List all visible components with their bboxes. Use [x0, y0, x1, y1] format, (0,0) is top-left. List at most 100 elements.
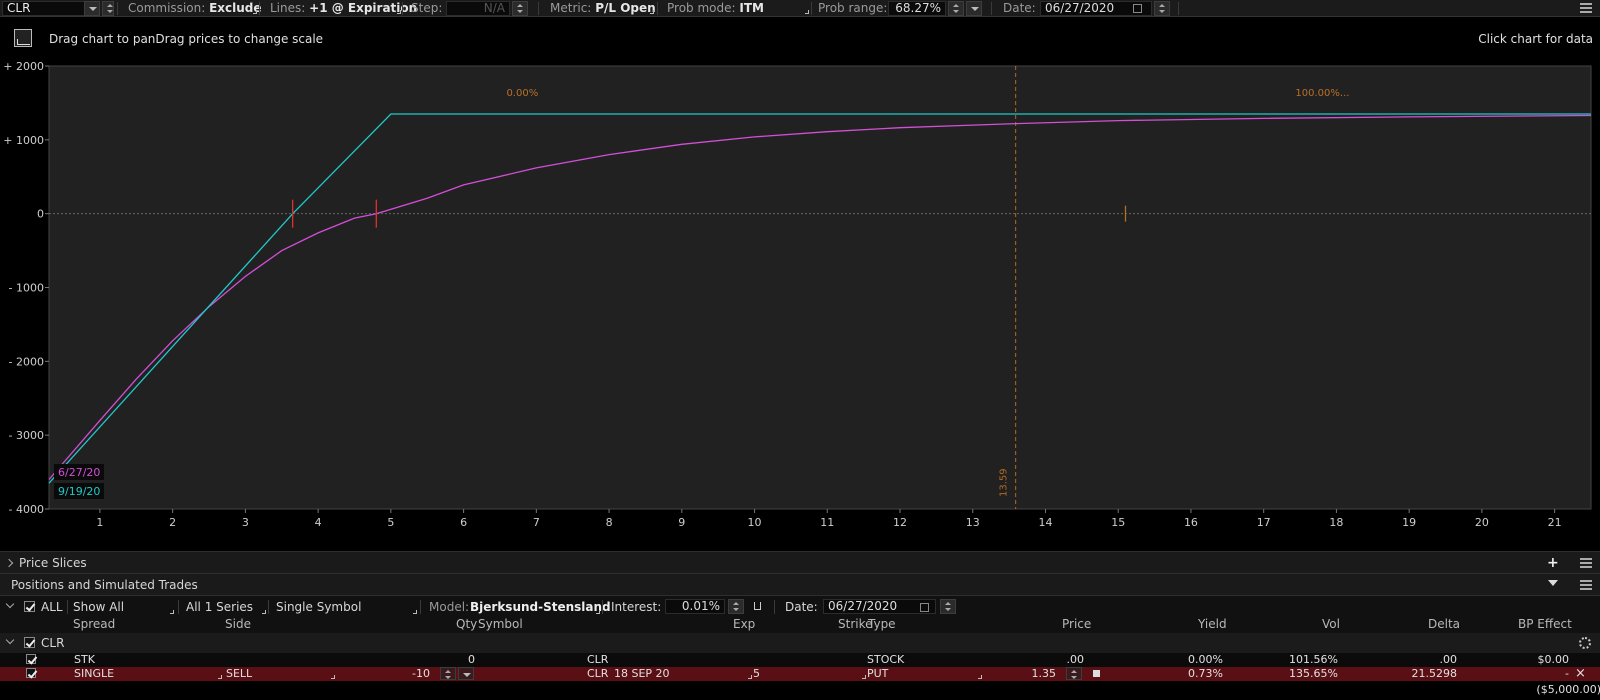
prob-range-spinner[interactable] — [948, 1, 964, 16]
divider — [657, 2, 658, 15]
interest-input[interactable]: 0.01% — [665, 599, 725, 614]
menu-icon[interactable] — [1580, 580, 1592, 590]
col-delta[interactable]: Delta — [1428, 617, 1460, 631]
col-spread[interactable]: Spread — [73, 617, 115, 631]
col-price[interactable]: Price — [1062, 617, 1091, 631]
row-qty[interactable]: 0 — [400, 653, 475, 666]
group-checkbox[interactable] — [24, 637, 35, 648]
y-tick-label: + 2000 — [3, 60, 44, 73]
total-bp-effect: ($5,000.00) — [1536, 683, 1600, 696]
total-row: ($5,000.00) — [0, 681, 1600, 700]
row-type[interactable]: PUT — [867, 667, 888, 680]
row-qty[interactable]: -10 — [370, 667, 430, 680]
divider — [402, 2, 403, 15]
prob-range-input[interactable]: 68.27% — [888, 1, 946, 16]
gear-icon[interactable] — [1579, 637, 1591, 649]
col-exp[interactable]: Exp — [733, 617, 755, 631]
interest-spinner[interactable] — [728, 599, 744, 614]
commission-selector[interactable]: Commission: Exclude — [128, 0, 262, 17]
price-slices-bar[interactable]: Price Slices + — [0, 551, 1600, 573]
x-tick-label: 18 — [1329, 516, 1343, 529]
divider — [602, 600, 603, 614]
x-tick-label: 6 — [460, 516, 467, 529]
chart-icon[interactable] — [14, 29, 32, 47]
row-side[interactable]: SELL — [226, 667, 252, 680]
price-spinner[interactable] — [1066, 667, 1082, 680]
col-symbol[interactable]: Symbol — [478, 617, 523, 631]
dropdown-corner-icon — [253, 10, 257, 14]
calendar-icon[interactable] — [1133, 4, 1142, 13]
positions-bar[interactable]: Positions and Simulated Trades — [0, 573, 1600, 595]
current-price-label: 13.59 — [999, 468, 1010, 497]
dropdown-corner-icon — [170, 610, 174, 614]
row-price[interactable]: .00 — [1000, 653, 1085, 666]
divider — [259, 2, 260, 15]
row-symbol: CLR — [587, 667, 609, 680]
x-tick-label: 2 — [169, 516, 176, 529]
qty-dropdown-button[interactable] — [458, 667, 474, 680]
chevron-right-icon[interactable] — [4, 558, 14, 568]
table-row[interactable]: SINGLE SELL -10 CLR 18 SEP 20 5 PUT 1.35… — [0, 666, 1600, 681]
row-vol: 101.56% — [1289, 653, 1338, 666]
chart-hint-left: Drag chart to panDrag prices to change s… — [49, 32, 324, 46]
prob-range-dropdown-button[interactable] — [966, 1, 982, 16]
close-icon[interactable]: × — [1575, 666, 1586, 681]
dropdown-corner-icon — [397, 10, 401, 14]
menu-icon[interactable] — [1580, 558, 1592, 568]
lines-selector[interactable]: Lines: +1 @ Expiration — [270, 0, 417, 17]
x-tick-label: 1 — [96, 516, 103, 529]
metric-selector[interactable]: Metric: P/L Open — [550, 0, 656, 17]
x-tick-label: 21 — [1548, 516, 1562, 529]
series-selector[interactable]: All 1 Series — [186, 600, 253, 614]
col-yield[interactable]: Yield — [1198, 617, 1227, 631]
row-price[interactable]: 1.35 — [990, 667, 1057, 680]
collapse-icon[interactable] — [1548, 580, 1558, 588]
divider — [538, 2, 539, 15]
step-input[interactable]: N/A — [446, 1, 510, 16]
symbol-dropdown-button[interactable] — [84, 1, 100, 16]
table-row[interactable]: STK 0 CLR STOCK .00 0.00% 101.56% .00 $0… — [0, 653, 1600, 667]
date-spinner[interactable] — [940, 599, 956, 614]
row-strike[interactable]: 5 — [753, 667, 760, 680]
divider — [774, 600, 775, 614]
row-vol: 135.65% — [1289, 667, 1338, 680]
dropdown-corner-icon — [650, 10, 654, 14]
row-checkbox[interactable] — [26, 668, 36, 678]
date-label: Date: — [785, 600, 818, 614]
all-checkbox[interactable] — [24, 601, 35, 612]
symbol-spinner[interactable] — [102, 1, 114, 16]
col-bp-effect[interactable]: BP Effect — [1518, 617, 1572, 631]
commission-label: Commission: — [128, 1, 206, 15]
row-bp-effect: $0.00 — [1537, 653, 1570, 666]
dropdown-corner-icon — [413, 610, 417, 614]
step-spinner[interactable] — [512, 1, 528, 16]
model-selector[interactable]: Bjerksund-Stensland — [470, 600, 611, 614]
qty-spinner[interactable] — [440, 667, 456, 680]
add-icon[interactable]: + — [1547, 556, 1559, 570]
group-row[interactable]: CLR — [0, 633, 1600, 653]
y-tick-label: - 2000 — [9, 355, 44, 368]
prob-mode-selector[interactable]: Prob mode: ITM — [667, 0, 764, 17]
divider — [991, 2, 992, 15]
chevron-down-icon[interactable] — [5, 635, 15, 645]
x-tick-label: 19 — [1402, 516, 1416, 529]
chevron-down-icon[interactable] — [5, 599, 15, 609]
date-spinner[interactable] — [1154, 1, 1170, 16]
lock-icon[interactable] — [754, 602, 761, 610]
x-tick-label: 7 — [533, 516, 540, 529]
row-exp[interactable]: 18 SEP 20 — [614, 667, 670, 680]
col-type[interactable]: Type — [868, 617, 896, 631]
menu-icon[interactable] — [1580, 3, 1592, 13]
x-tick-label: 12 — [893, 516, 907, 529]
show-all-selector[interactable]: Show All — [73, 600, 124, 614]
lock-icon[interactable] — [1093, 670, 1100, 677]
y-tick-label: - 1000 — [9, 282, 44, 295]
row-checkbox[interactable] — [26, 654, 36, 664]
row-type: STOCK — [867, 653, 905, 666]
pl-chart[interactable]: + 2000+ 10000- 1000- 2000- 3000- 40001 2 3… — [0, 60, 1600, 548]
col-side[interactable]: Side — [225, 617, 251, 631]
symbol-mode-selector[interactable]: Single Symbol — [276, 600, 361, 614]
col-qty[interactable]: Qty — [456, 617, 477, 631]
col-vol[interactable]: Vol — [1322, 617, 1340, 631]
calendar-icon[interactable] — [920, 603, 929, 612]
